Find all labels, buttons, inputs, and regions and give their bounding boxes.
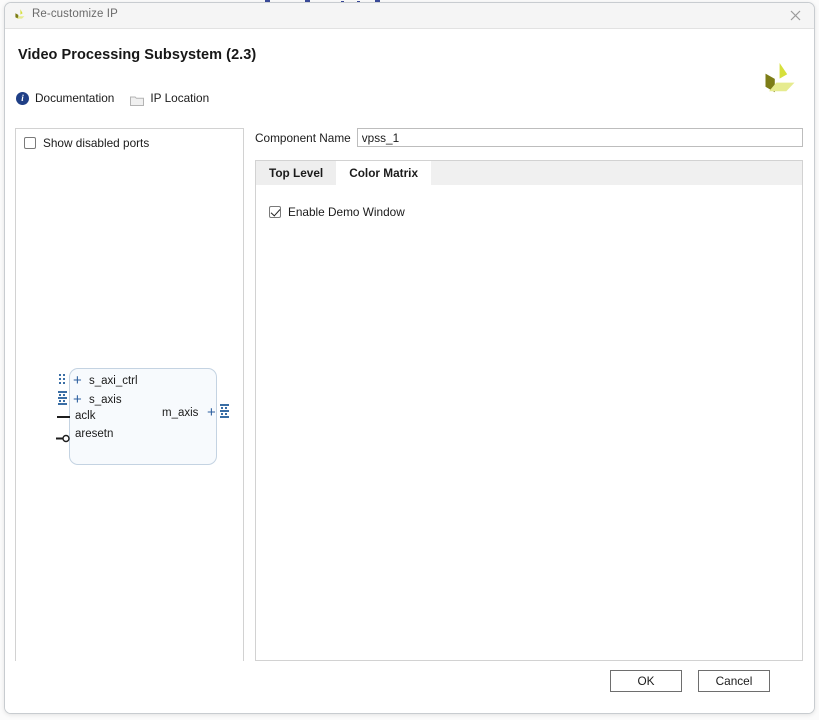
clock-pin-aclk <box>57 416 70 418</box>
config-tab-widget: Top Level Color Matrix Enable Demo Windo… <box>255 160 803 661</box>
component-name-label: Component Name <box>255 130 351 145</box>
ok-button[interactable]: OK <box>610 670 682 692</box>
header-linkbar: i Documentation IP Location <box>16 91 210 106</box>
documentation-link[interactable]: i Documentation <box>16 91 114 105</box>
port-label-s-axis: s_axis <box>89 394 122 406</box>
ip-symbol-pane: Show disabled ports + s_axi_ctrl + s_axi… <box>15 128 244 662</box>
dialog-body: Show disabled ports + s_axi_ctrl + s_axi… <box>5 115 814 663</box>
close-icon[interactable] <box>776 3 814 27</box>
dialog-header: Video Processing Subsystem (2.3) i Docum… <box>5 29 814 116</box>
port-label-m-axis: m_axis <box>162 407 199 419</box>
enable-demo-window-checkbox-box[interactable] <box>269 206 281 218</box>
ip-location-link[interactable]: IP Location <box>130 91 210 106</box>
ip-location-link-label: IP Location <box>150 91 210 105</box>
config-tab-strip: Top Level Color Matrix <box>255 160 803 185</box>
ip-block-symbol: + s_axi_ctrl + s_axis aclk aresetn m_axi… <box>48 362 233 477</box>
enable-demo-window-label: Enable Demo Window <box>288 205 405 219</box>
reset-pin-aresetn <box>56 430 72 443</box>
cancel-button[interactable]: Cancel <box>698 670 770 692</box>
documentation-link-label: Documentation <box>35 91 115 105</box>
xilinx-logo-icon <box>13 8 28 23</box>
show-disabled-ports-checkbox-box[interactable] <box>24 137 36 149</box>
ip-config-pane: Component Name Top Level Color Matrix En… <box>255 128 803 662</box>
port-label-s-axi-ctrl: s_axi_ctrl <box>89 375 138 387</box>
color-matrix-tab-panel: Enable Demo Window <box>255 185 803 661</box>
info-circle-icon: i <box>16 91 29 105</box>
expand-plus-m-axis[interactable]: + <box>207 405 216 420</box>
bus-pin-s-axis <box>58 391 67 406</box>
bus-pin-m-axis <box>220 404 229 419</box>
dialog-titlebar[interactable]: Re-customize IP <box>5 3 814 29</box>
page-title: Video Processing Subsystem (2.3) <box>18 47 257 63</box>
expand-plus-s-axi-ctrl[interactable]: + <box>73 373 82 388</box>
port-label-aresetn: aresetn <box>75 428 114 440</box>
show-disabled-ports-checkbox[interactable]: Show disabled ports <box>24 136 149 150</box>
dialog-footer: OK Cancel <box>5 661 814 713</box>
enable-demo-window-checkbox[interactable]: Enable Demo Window <box>269 205 405 219</box>
component-name-input[interactable] <box>356 128 803 147</box>
component-name-row: Component Name <box>255 128 803 147</box>
tab-top-level[interactable]: Top Level <box>256 161 337 185</box>
show-disabled-ports-label: Show disabled ports <box>43 136 150 150</box>
folder-icon <box>130 93 145 106</box>
port-label-aclk: aclk <box>75 410 96 422</box>
re-customize-ip-dialog: Re-customize IP Video Processing Subsyst… <box>4 2 815 714</box>
dialog-title-text: Re-customize IP <box>32 8 118 20</box>
tab-color-matrix[interactable]: Color Matrix <box>336 161 432 185</box>
bus-pin-s-axi-ctrl <box>58 373 67 388</box>
expand-plus-s-axis[interactable]: + <box>73 392 82 407</box>
xilinx-pinwheel-logo <box>761 60 797 98</box>
